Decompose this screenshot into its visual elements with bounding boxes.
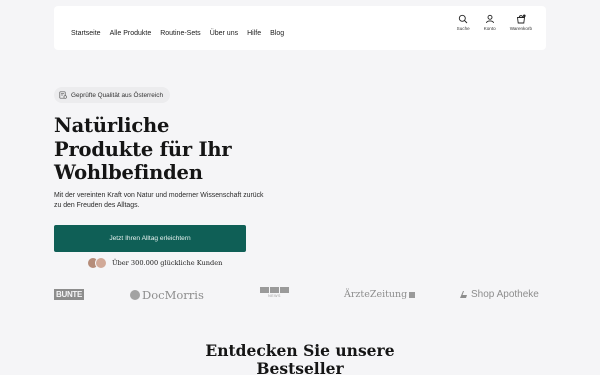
aerztezeitung-logo: ÄrzteZeitung — [344, 289, 416, 300]
cart-label: Warenkorb — [509, 26, 532, 31]
docmorris-logo-text: DocMorris — [142, 288, 204, 302]
hero-title-line-2: Produkte für Ihr — [54, 137, 232, 161]
hero-title-line-3: Wohlbefinden — [54, 161, 203, 184]
cart-icon — [516, 14, 526, 24]
nav-item-blog[interactable]: Blog — [270, 30, 284, 37]
account-label: Konto — [483, 26, 496, 31]
certificate-icon — [59, 91, 67, 99]
rtl-news-logo: NEWS — [260, 287, 289, 298]
shop-apotheke-logo-text: Shop Apotheke — [471, 289, 539, 300]
main-nav: Startseite Alle Produkte Routine-Sets Üb… — [71, 30, 284, 37]
rtl-news-text: NEWS — [268, 294, 281, 298]
avatar — [95, 257, 107, 269]
hero-title: Natürliche Produkte für Ihr Wohlbefinden — [54, 114, 232, 185]
nav-item-ueber-uns[interactable]: Über uns — [210, 30, 238, 37]
docmorris-logo: DocMorris — [130, 288, 204, 302]
bunte-logo: BUNTE — [54, 289, 85, 300]
docmorris-mark-icon — [130, 290, 140, 300]
social-proof-text: Über 300.000 glückliche Kunden — [112, 259, 223, 267]
quality-badge: Geprüfte Qualität aus Österreich — [54, 87, 170, 103]
bestseller-heading-line-2: Bestseller — [256, 359, 344, 375]
rtl-blocks-icon — [260, 287, 289, 293]
search-icon — [459, 14, 468, 24]
aerztezeitung-mark-icon — [409, 291, 416, 298]
nav-item-routine-sets[interactable]: Routine-Sets — [160, 30, 200, 37]
site-header: Startseite Alle Produkte Routine-Sets Üb… — [54, 6, 546, 50]
nav-item-hilfe[interactable]: Hilfe — [247, 30, 261, 37]
cta-button[interactable]: Jetzt Ihren Alltag erleichtern — [54, 225, 246, 252]
hero-subtitle: Mit der vereinten Kraft von Natur und mo… — [54, 192, 264, 209]
badge-text: Geprüfte Qualität aus Österreich — [71, 91, 163, 99]
cart-button[interactable]: Warenkorb — [510, 14, 532, 31]
search-button[interactable]: Suche — [457, 14, 470, 31]
customer-avatars — [87, 257, 107, 269]
bestseller-heading-line-1: Entdecken Sie unsere — [205, 341, 395, 360]
user-icon — [485, 14, 494, 24]
hero-title-line-1: Natürliche — [54, 114, 170, 137]
shop-apotheke-logo: Shop Apotheke — [459, 289, 539, 300]
press-logos: BUNTE DocMorris NEWS ÄrzteZeitung Shop A… — [54, 287, 546, 303]
search-label: Suche — [456, 26, 470, 31]
nav-item-alle-produkte[interactable]: Alle Produkte — [110, 30, 152, 37]
bestseller-heading: Entdecken Sie unsere Bestseller — [0, 342, 600, 375]
aerztezeitung-logo-text: ÄrzteZeitung — [344, 289, 408, 300]
social-proof: Über 300.000 glückliche Kunden — [87, 257, 222, 269]
account-button[interactable]: Konto — [484, 14, 496, 31]
nav-item-startseite[interactable]: Startseite — [71, 30, 101, 37]
header-actions: Suche Konto Warenkorb — [457, 14, 532, 31]
shop-apotheke-mark-icon — [460, 291, 467, 298]
